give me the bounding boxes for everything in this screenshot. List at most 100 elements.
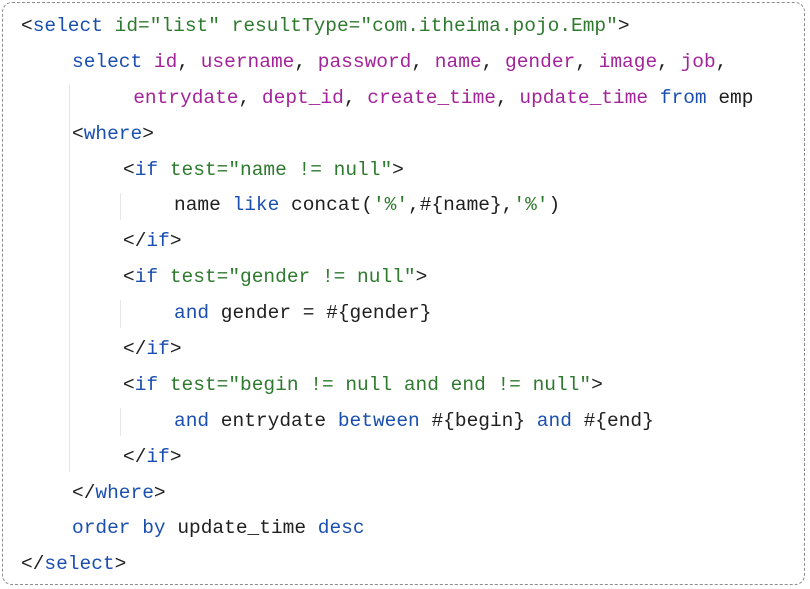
code-token: "name != null" — [228, 158, 393, 181]
code-token: id — [153, 50, 178, 73]
code-token: > — [591, 373, 603, 396]
code-token: , — [715, 50, 728, 73]
code-token: if — [134, 158, 159, 181]
code-token: gender — [505, 50, 576, 73]
code-token: , — [343, 86, 368, 109]
code-token: > — [169, 338, 182, 361]
code-token: , — [177, 50, 201, 73]
code-token: , — [294, 50, 318, 73]
code-token: job — [680, 50, 716, 73]
code-line: <if test="name != null"> — [3, 153, 804, 189]
code-token: name — [434, 50, 482, 73]
code-line: </if> — [3, 332, 804, 368]
code-token: , — [481, 50, 506, 73]
code-token: </ — [123, 445, 147, 468]
code-token: if — [134, 266, 159, 289]
code-token: if — [146, 338, 170, 361]
code-token: and — [174, 409, 210, 432]
code-token: > — [142, 122, 154, 145]
code-line: <where> — [3, 117, 804, 153]
code-token: < — [72, 122, 84, 145]
code-token: , — [575, 50, 599, 73]
code-line: and entrydate between #{begin} and #{end… — [3, 404, 804, 440]
code-token: "list" — [149, 15, 220, 37]
code-token: > — [153, 481, 166, 504]
code-line: and gender = #{gender} — [3, 296, 804, 332]
code-token: ) — [548, 194, 561, 217]
code-token: test= — [169, 266, 229, 289]
code-token: < — [21, 15, 33, 37]
code-token: entrydate — [209, 409, 338, 432]
code-token: and — [174, 302, 210, 325]
indent-guide — [120, 407, 121, 436]
code-token: </ — [21, 553, 45, 576]
code-token: gender = #{gender} — [209, 302, 432, 325]
code-line: order by update_time desc — [3, 511, 804, 547]
code-token: </ — [123, 230, 147, 253]
code-token: , — [411, 50, 435, 73]
code-token: name — [174, 194, 221, 217]
code-line: </where> — [3, 476, 804, 512]
code-token: like — [232, 194, 280, 217]
code-token: image — [598, 50, 658, 73]
code-token: desc — [317, 517, 365, 540]
code-token: > — [415, 266, 428, 289]
code-token: #{end} — [571, 409, 654, 432]
code-token: > — [114, 553, 127, 576]
code-line: <if test="gender != null"> — [3, 260, 804, 296]
code-token: emp — [718, 86, 754, 109]
code-token: entrydate — [133, 86, 239, 109]
code-token: select — [72, 50, 143, 73]
code-token: </ — [123, 338, 147, 361]
code-token: create_time — [367, 86, 496, 109]
code-token: update_time — [519, 86, 649, 109]
code-token: > — [169, 445, 182, 468]
code-token: from — [659, 86, 707, 109]
code-token: if — [146, 445, 170, 468]
code-token: ,#{name}, — [408, 194, 514, 217]
code-token: "begin != null and end != null" — [228, 373, 592, 396]
code-line: entrydate, dept_id, create_time, update_… — [3, 81, 804, 117]
code-line: </if> — [3, 224, 804, 260]
code-token: where — [95, 481, 154, 504]
code-token: select — [44, 553, 115, 576]
code-token: username — [200, 50, 295, 73]
code-token: #{begin} — [419, 409, 537, 432]
code-token: test= — [169, 373, 229, 396]
code-token: , — [495, 86, 520, 109]
code-token: password — [317, 50, 412, 73]
code-token: id= — [114, 15, 150, 37]
indent-guide — [120, 300, 121, 329]
code-token: , — [657, 50, 681, 73]
code-token: < — [123, 158, 135, 181]
code-line: </select> — [3, 547, 804, 583]
code-block: <select id="list" resultType="com.itheim… — [3, 9, 804, 583]
code-snippet-frame: <select id="list" resultType="com.itheim… — [2, 2, 805, 585]
code-token: and — [536, 409, 572, 432]
code-token: select — [32, 15, 103, 37]
code-token: test= — [169, 158, 229, 181]
code-token: , — [238, 86, 262, 109]
code-token: > — [392, 158, 404, 181]
code-line: <if test="begin != null and end != null"… — [3, 368, 804, 404]
code-token: '%' — [372, 194, 409, 217]
indent-guide — [69, 84, 70, 472]
code-token: < — [123, 373, 135, 396]
code-token: "gender != null" — [228, 266, 416, 289]
code-token: resultType= — [231, 15, 361, 37]
code-line: <select id="list" resultType="com.itheim… — [3, 9, 804, 45]
code-line: name like concat('%',#{name},'%') — [3, 188, 804, 224]
code-token: if — [134, 373, 159, 396]
indent-guide — [120, 192, 121, 221]
code-token: dept_id — [261, 86, 344, 109]
code-line: select id, username, password, name, gen… — [3, 45, 804, 81]
code-token: order by — [72, 517, 166, 540]
